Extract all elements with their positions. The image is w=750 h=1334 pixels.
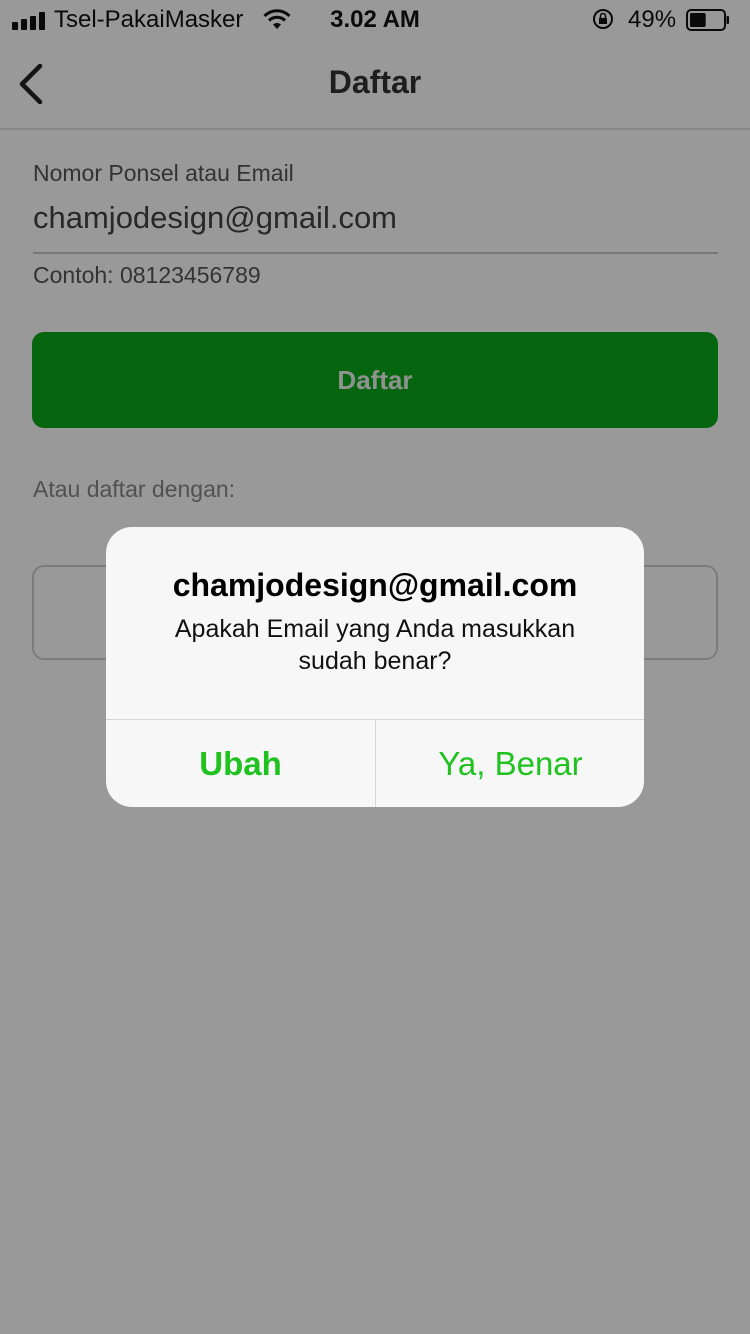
dialog-title: chamjodesign@gmail.com	[172, 567, 578, 603]
dialog-message: Apakah Email yang Anda masukkan sudah be…	[174, 615, 576, 675]
edit-button[interactable]: Ubah	[106, 720, 375, 807]
confirm-email-dialog: chamjodesign@gmail.com Apakah Email yang…	[106, 527, 644, 807]
register-screen: Tsel-PakaiMasker 3.02 AM 49% Daftar Nomo…	[0, 0, 750, 1334]
confirm-button[interactable]: Ya, Benar	[376, 720, 644, 807]
